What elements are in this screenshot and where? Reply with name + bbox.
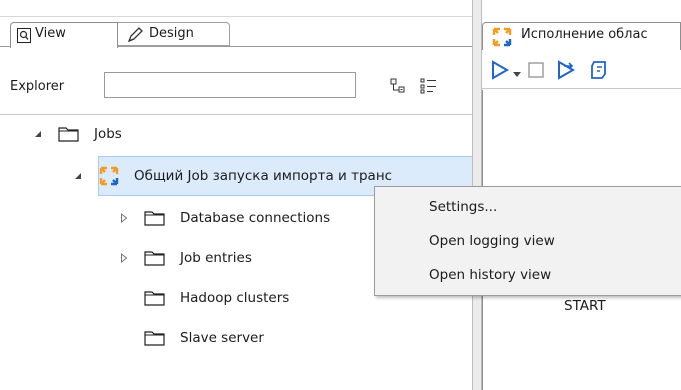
run-step-icon[interactable] — [556, 60, 578, 84]
job-toolbar — [482, 52, 681, 89]
tree-item-label: Hadoop clusters — [180, 290, 290, 306]
tree-item-database-connections[interactable]: Database connections — [118, 204, 330, 232]
tree-item-label: Jobs — [94, 126, 122, 142]
tab-design[interactable]: Design — [102, 22, 230, 46]
folder-icon — [144, 290, 166, 306]
tab-job-execution[interactable]: Исполнение облас — [482, 22, 681, 50]
tree-item-label: Slave server — [180, 330, 264, 346]
run-dropdown-icon[interactable] — [513, 67, 521, 82]
run-icon[interactable] — [490, 60, 510, 84]
folder-icon — [58, 126, 80, 142]
expanded-triangle-icon[interactable] — [72, 170, 84, 182]
job-icon — [491, 26, 513, 52]
collapsed-triangle-icon[interactable] — [118, 252, 130, 264]
tab-design-label: Design — [149, 26, 194, 41]
tree-item-label: Database connections — [180, 210, 331, 226]
collapse-tree-icon[interactable] — [390, 78, 406, 98]
folder-icon — [144, 330, 166, 346]
job-icon — [98, 165, 120, 187]
stop-icon[interactable] — [527, 61, 545, 83]
tree-item-hadoop-clusters[interactable]: Hadoop clusters — [144, 284, 289, 312]
tab-view[interactable]: View — [10, 22, 118, 48]
menu-item-settings[interactable]: Settings... — [429, 195, 497, 219]
menu-item-open-logging-view[interactable]: Open logging view — [429, 229, 555, 253]
tab-job-execution-label: Исполнение облас — [521, 27, 648, 42]
tree-item-label: Общий Job запуска импорта и транс — [134, 168, 393, 184]
expanded-triangle-icon[interactable] — [32, 128, 44, 140]
tree-item-slave-server[interactable]: Slave server — [144, 324, 264, 352]
folder-icon — [144, 250, 166, 266]
script-icon[interactable] — [590, 60, 608, 84]
tree-item-jobs[interactable]: Jobs — [32, 120, 122, 148]
view-icon — [17, 28, 31, 47]
explorer-label: Explorer — [10, 79, 65, 94]
explorer-bar: Explorer — [0, 64, 476, 108]
folder-icon — [144, 210, 166, 226]
context-menu: Settings... Open logging view Open histo… — [374, 186, 681, 296]
explorer-separator — [0, 114, 476, 115]
tab-view-label: View — [35, 26, 66, 41]
tree-item-job-entries[interactable]: Job entries — [118, 244, 252, 272]
tree-item-label: Job entries — [180, 250, 252, 266]
start-step-label: START — [564, 298, 606, 314]
menu-item-open-history-view[interactable]: Open history view — [429, 263, 551, 287]
tree-item-job[interactable]: Общий Job запуска импорта и транс — [72, 162, 392, 190]
pencil-icon — [127, 27, 145, 47]
collapsed-triangle-icon[interactable] — [118, 212, 130, 224]
expand-list-icon[interactable] — [420, 78, 438, 98]
explorer-search-input[interactable] — [104, 72, 356, 98]
